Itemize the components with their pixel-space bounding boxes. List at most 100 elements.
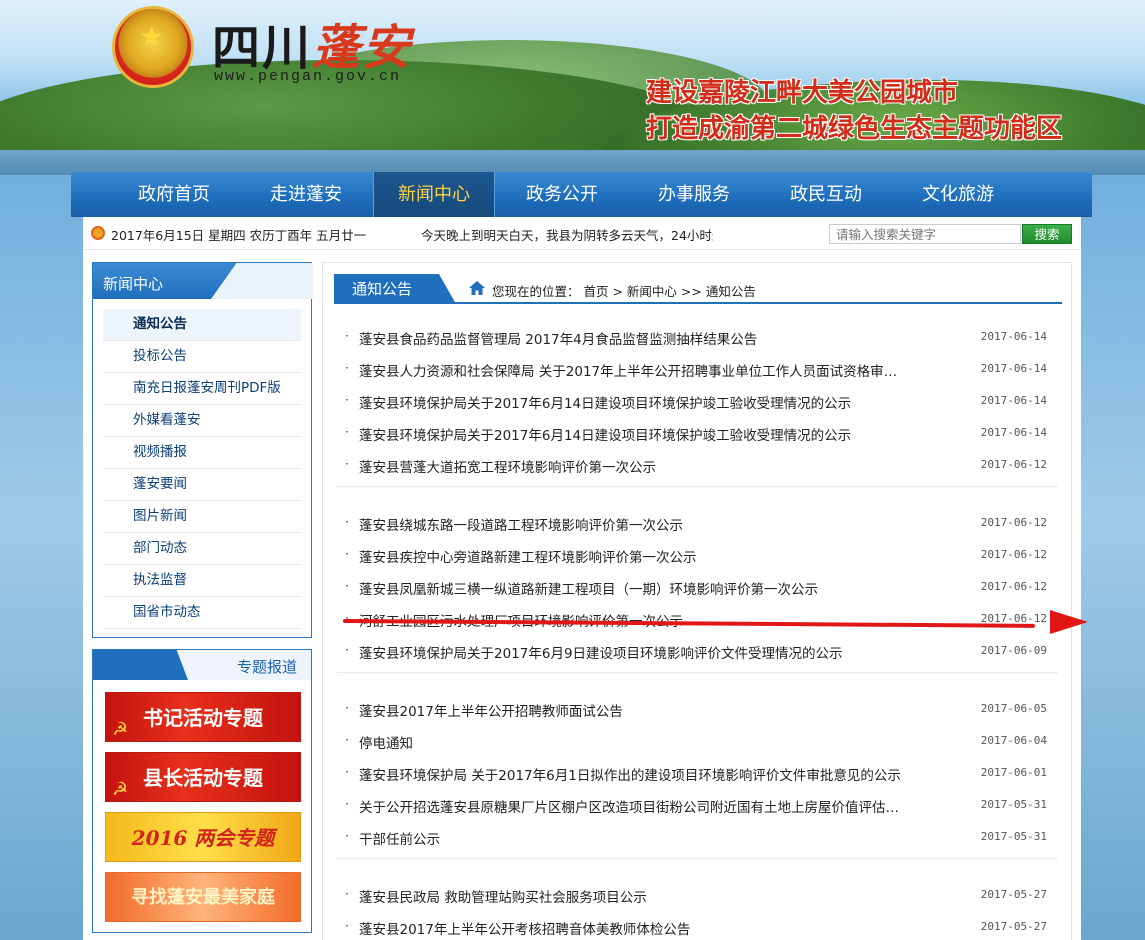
news-title[interactable]: 蓬安县疾控中心旁道路新建工程环境影响评价第一次公示 [359, 546, 919, 566]
group-separator [337, 858, 1057, 879]
sidebar-item-tenders[interactable]: 投标公告 [103, 341, 301, 373]
sidebar-item-external-media[interactable]: 外媒看蓬安 [103, 405, 301, 437]
bullet-icon: · [345, 643, 349, 657]
news-title[interactable]: 蓬安县民政局 救助管理站购买社会服务项目公示 [359, 886, 919, 906]
nav-item-news[interactable]: 新闻中心 [373, 172, 495, 217]
news-title[interactable]: 蓬安县人力资源和社会保障局 关于2017年上半年公开招聘事业单位工作人员面试资格… [359, 360, 919, 380]
bullet-icon: · [345, 579, 349, 593]
sidebar-item-photo-news[interactable]: 图片新闻 [103, 501, 301, 533]
nav-item-government-affairs[interactable]: 政务公开 [497, 172, 627, 217]
bullet-icon: · [345, 797, 349, 811]
news-date: 2017-06-12 [980, 548, 1047, 561]
search-button[interactable]: 搜索 [1022, 224, 1072, 244]
bullet-icon: · [345, 829, 349, 843]
current-date: 2017年6月15日 星期四 农历丁酉年 五月廿一 [111, 228, 367, 243]
news-title[interactable]: 蓬安县环境保护局关于2017年6月9日建设项目环境影响评价文件受理情况的公示 [359, 642, 919, 662]
news-title[interactable]: 蓬安县2017年上半年公开考核招聘音体美教师体检公告 [359, 918, 919, 938]
topic-banner-two-sessions[interactable]: 2016 两会专题 [105, 812, 301, 862]
topics-header: 专题报道 [93, 650, 311, 680]
main-nav: 政府首页 走进蓬安 新闻中心 政务公开 办事服务 政民互动 文化旅游 [71, 172, 1092, 217]
bullet-icon: · [345, 425, 349, 439]
clock-icon [91, 226, 105, 240]
nav-item-interaction[interactable]: 政民互动 [761, 172, 891, 217]
news-date: 2017-06-14 [980, 426, 1047, 439]
news-title[interactable]: 关于公开招选蓬安县原糖果厂片区棚户区改造项目街粉公司附近国有土地上房屋价值评估… [359, 796, 919, 816]
annotation-arrow-head [1050, 610, 1088, 634]
news-date: 2017-06-14 [980, 394, 1047, 407]
breadcrumb-prefix: 您现在的位置： [492, 284, 580, 299]
news-title[interactable]: 蓬安县环境保护局 关于2017年6月1日拟作出的建设项目环境影响评价文件审批意见… [359, 764, 919, 784]
news-title[interactable]: 蓬安县凤凰新城三横一纵道路新建工程项目（一期）环境影响评价第一次公示 [359, 578, 919, 598]
news-date: 2017-05-31 [980, 830, 1047, 843]
home-icon [469, 281, 485, 295]
topic-banner-label: 县长活动专题 [143, 766, 263, 790]
news-row[interactable]: · 蓬安县人力资源和社会保障局 关于2017年上半年公开招聘事业单位工作人员面试资… [337, 353, 1057, 385]
national-emblem-icon: ★ [112, 6, 194, 88]
news-row[interactable]: · 蓬安县2017年上半年公开招聘教师面试公告 2017-06-05 [337, 693, 1057, 725]
news-title[interactable]: 蓬安县环境保护局关于2017年6月14日建设项目环境保护竣工验收受理情况的公示 [359, 424, 919, 444]
info-bar: 2017年6月15日 星期四 农历丁酉年 五月廿一 今天晚上到明天白天，我县为阴… [83, 217, 1081, 250]
sidebar-item-pdf-weekly[interactable]: 南充日报蓬安周刊PDF版 [103, 373, 301, 405]
party-emblem-icon: ☭ [112, 779, 129, 800]
sidebar-item-department-news[interactable]: 部门动态 [103, 533, 301, 565]
news-row[interactable]: · 蓬安县疾控中心旁道路新建工程环境影响评价第一次公示 2017-06-12 [337, 539, 1057, 571]
news-title[interactable]: 干部任前公示 [359, 828, 919, 848]
topics-box: 专题报道 ☭ 书记活动专题 ☭ 县长活动专题 2016 两会专题 寻找蓬安最美家… [92, 649, 312, 933]
topic-banner-best-family[interactable]: 寻找蓬安最美家庭 [105, 872, 301, 922]
sidebar: 新闻中心 通知公告 投标公告 南充日报蓬安周刊PDF版 外媒看蓬安 视频播报 蓬… [92, 262, 312, 638]
news-row[interactable]: · 蓬安县绕城东路一段道路工程环境影响评价第一次公示 2017-06-12 [337, 507, 1057, 539]
news-date: 2017-06-12 [980, 580, 1047, 593]
news-title[interactable]: 蓬安县环境保护局关于2017年6月14日建设项目环境保护竣工验收受理情况的公示 [359, 392, 919, 412]
news-row[interactable]: · 蓬安县凤凰新城三横一纵道路新建工程项目（一期）环境影响评价第一次公示 2017-… [337, 571, 1057, 603]
bullet-icon: · [345, 547, 349, 561]
bullet-icon: · [345, 393, 349, 407]
news-title[interactable]: 蓬安县营蓬大道拓宽工程环境影响评价第一次公示 [359, 456, 919, 476]
star-icon: ★ [139, 20, 165, 53]
nav-item-services[interactable]: 办事服务 [629, 172, 759, 217]
topic-banner-label: 书记活动专题 [143, 706, 263, 730]
site-url: www.pengan.gov.cn [214, 68, 402, 85]
news-row[interactable]: · 蓬安县环境保护局关于2017年6月14日建设项目环境保护竣工验收受理情况的公示… [337, 385, 1057, 417]
content-tab-notices: 通知公告 [334, 274, 456, 304]
bullet-icon: · [345, 701, 349, 715]
bullet-icon: · [345, 457, 349, 471]
sidebar-item-headlines[interactable]: 蓬安要闻 [103, 469, 301, 501]
nav-item-culture-tourism[interactable]: 文化旅游 [893, 172, 1023, 217]
news-row[interactable]: · 蓬安县环境保护局关于2017年6月14日建设项目环境保护竣工验收受理情况的公示… [337, 417, 1057, 449]
party-emblem-icon: ☭ [112, 719, 129, 740]
bullet-icon: · [345, 765, 349, 779]
topic-banner-secretary[interactable]: ☭ 书记活动专题 [105, 692, 301, 742]
news-title[interactable]: 蓬安县2017年上半年公开招聘教师面试公告 [359, 700, 919, 720]
group-separator [337, 486, 1057, 507]
news-title[interactable]: 蓬安县绕城东路一段道路工程环境影响评价第一次公示 [359, 514, 919, 534]
news-row[interactable]: · 关于公开招选蓬安县原糖果厂片区棚户区改造项目街粉公司附近国有土地上房屋价值评估… [337, 789, 1057, 821]
news-row[interactable]: · 蓬安县民政局 救助管理站购买社会服务项目公示 2017-05-27 [337, 879, 1057, 911]
topic-banner-label: 寻找蓬安最美家庭 [131, 887, 275, 908]
group-separator [337, 672, 1057, 693]
news-row[interactable]: · 蓬安县食品药品监督管理局 2017年4月食品监督监测抽样结果公告 2017-06… [337, 321, 1057, 353]
news-date: 2017-05-31 [980, 798, 1047, 811]
nav-item-home[interactable]: 政府首页 [109, 172, 239, 217]
sidebar-item-national-news[interactable]: 国省市动态 [103, 597, 301, 629]
news-title[interactable]: 蓬安县食品药品监督管理局 2017年4月食品监督监测抽样结果公告 [359, 328, 919, 348]
sidebar-list: 通知公告 投标公告 南充日报蓬安周刊PDF版 外媒看蓬安 视频播报 蓬安要闻 图… [93, 299, 311, 629]
sidebar-item-video[interactable]: 视频播报 [103, 437, 301, 469]
header-banner: ★ 四川蓬安 www.pengan.gov.cn 建设嘉陵江畔大美公园城市 打造… [0, 0, 1145, 175]
topics-tab-decoration [93, 650, 188, 680]
news-title[interactable]: 停电通知 [359, 732, 919, 752]
sidebar-item-notices[interactable]: 通知公告 [103, 309, 301, 341]
breadcrumb-path[interactable]: 首页 > 新闻中心 >> 通知公告 [584, 284, 756, 299]
news-row[interactable]: · 停电通知 2017-06-04 [337, 725, 1057, 757]
news-row[interactable]: · 干部任前公示 2017-05-31 [337, 821, 1057, 853]
search-input[interactable] [829, 224, 1021, 244]
sidebar-item-law-enforcement[interactable]: 执法监督 [103, 565, 301, 597]
topic-banner-label: 2016 两会专题 [131, 826, 275, 850]
news-date: 2017-06-04 [980, 734, 1047, 747]
bullet-icon: · [345, 329, 349, 343]
topic-banner-county-head[interactable]: ☭ 县长活动专题 [105, 752, 301, 802]
news-row[interactable]: · 蓬安县2017年上半年公开考核招聘音体美教师体检公告 2017-05-27 [337, 911, 1057, 940]
nav-item-about[interactable]: 走进蓬安 [241, 172, 371, 217]
news-row[interactable]: · 蓬安县环境保护局关于2017年6月9日建设项目环境影响评价文件受理情况的公示 2… [337, 635, 1057, 667]
news-row[interactable]: · 蓬安县营蓬大道拓宽工程环境影响评价第一次公示 2017-06-12 [337, 449, 1057, 481]
news-row[interactable]: · 蓬安县环境保护局 关于2017年6月1日拟作出的建设项目环境影响评价文件审批意… [337, 757, 1057, 789]
